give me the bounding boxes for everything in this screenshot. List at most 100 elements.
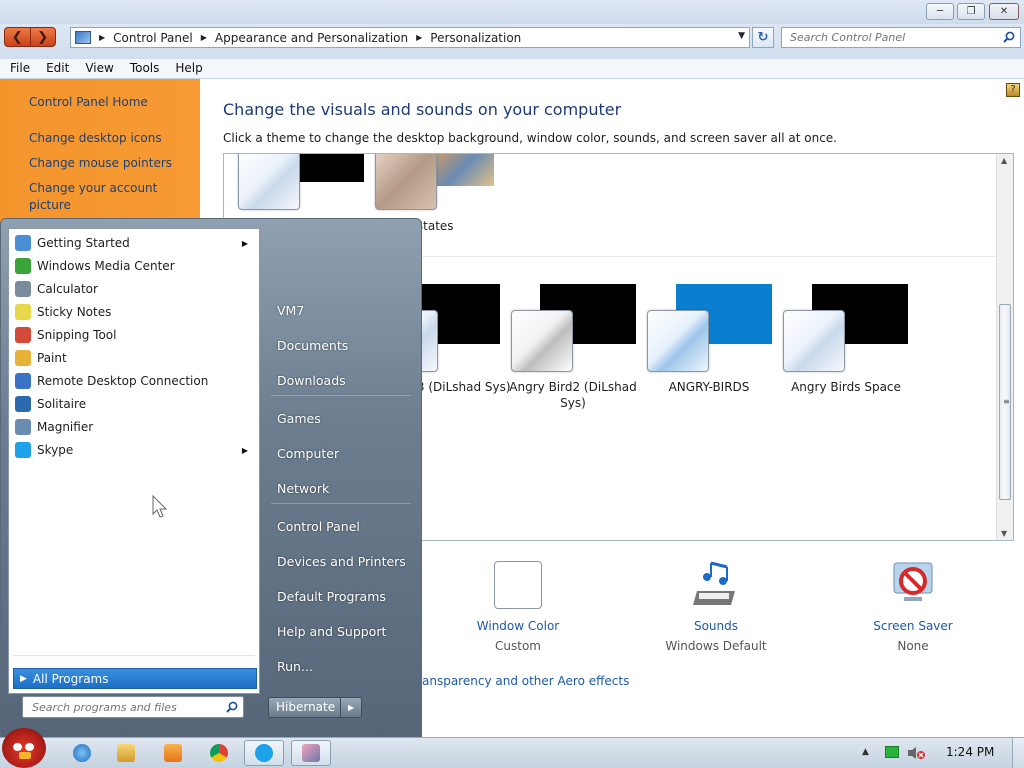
search-control-panel[interactable] [781, 27, 1021, 48]
start-right-item[interactable]: Control Panel [277, 519, 360, 534]
menu-view[interactable]: View [75, 59, 119, 78]
menu-file[interactable]: File [0, 59, 36, 78]
sounds-label[interactable]: Sounds [646, 619, 786, 633]
program-icon [15, 304, 31, 320]
start-program-item[interactable]: Getting Started ▶ [12, 232, 256, 254]
start-right-item[interactable]: Downloads [277, 373, 346, 388]
breadcrumb-appearance[interactable]: Appearance and Personalization [215, 31, 408, 45]
taskbar-explorer[interactable] [106, 740, 146, 766]
program-icon [15, 373, 31, 389]
breadcrumb-control-panel[interactable]: Control Panel [113, 31, 193, 45]
search-icon[interactable] [226, 701, 238, 713]
start-orb-beak-icon [19, 752, 31, 759]
start-right-item[interactable]: Help and Support [277, 624, 386, 639]
program-label: Sticky Notes [37, 305, 112, 319]
vertical-scrollbar[interactable]: ▲ ≡ ▼ [996, 154, 1013, 540]
theme-label: ANGRY-BIRDS [668, 380, 750, 394]
aero-effects-link[interactable]: ansparency and other Aero effects [422, 674, 629, 688]
scroll-down-icon[interactable]: ▼ [1001, 529, 1007, 538]
program-icon [15, 281, 31, 297]
window-color-label[interactable]: Window Color [448, 619, 588, 633]
start-search-box[interactable] [22, 696, 244, 718]
screen-saver-label[interactable]: Screen Saver [843, 619, 983, 633]
volume-muted-icon[interactable] [907, 746, 925, 760]
address-bar[interactable]: ▶ Control Panel ▶ Appearance and Persona… [70, 27, 750, 48]
start-right-separator [271, 395, 411, 396]
start-right-item[interactable]: Run... [277, 659, 313, 674]
link-change-mouse-pointers[interactable]: Change mouse pointers [29, 155, 194, 172]
address-dropdown-icon[interactable]: ▼ [738, 31, 745, 41]
menu-edit[interactable]: Edit [36, 59, 75, 78]
clock[interactable]: 1:24 PM [946, 745, 994, 759]
screen-saver-item[interactable]: Screen Saver None [843, 561, 983, 653]
skype-icon [255, 744, 273, 762]
start-program-item[interactable]: Snipping Tool [12, 324, 256, 346]
link-change-account-picture[interactable]: Change your account picture [29, 180, 194, 214]
refresh-icon: ↻ [757, 30, 769, 45]
back-button[interactable]: ❮ [5, 28, 30, 46]
menu-tools[interactable]: Tools [120, 59, 166, 78]
search-input[interactable] [782, 28, 992, 47]
show-desktop-button[interactable] [1012, 738, 1024, 768]
start-right-item[interactable]: Computer [277, 446, 339, 461]
scroll-up-icon[interactable]: ▲ [1001, 156, 1007, 165]
hibernate-button[interactable]: Hibernate ▶ [268, 697, 362, 718]
start-right-item[interactable]: Network [277, 481, 329, 496]
taskbar-skype[interactable] [244, 740, 284, 766]
start-program-item[interactable]: Solitaire [12, 393, 256, 415]
taskbar-media-player[interactable] [153, 740, 193, 766]
show-hidden-icons-icon[interactable]: ▲ [862, 747, 869, 757]
hibernate-label: Hibernate [269, 698, 341, 717]
start-program-item[interactable]: Calculator [12, 278, 256, 300]
power-options-arrow-icon[interactable]: ▶ [341, 703, 354, 712]
program-icon [15, 258, 31, 274]
link-change-desktop-icons[interactable]: Change desktop icons [29, 130, 194, 147]
breadcrumb-separator-icon[interactable]: ▶ [416, 33, 422, 42]
title-bar: ─ ❐ ✕ [0, 0, 1024, 24]
program-icon [15, 396, 31, 412]
taskbar-chrome[interactable] [199, 740, 239, 766]
start-menu-programs-pane: Getting Started ▶ Windows Media Center Calc… [8, 228, 260, 694]
close-button[interactable]: ✕ [989, 3, 1019, 20]
start-right-item[interactable]: Default Programs [277, 589, 386, 604]
start-search-input[interactable] [23, 697, 213, 717]
submenu-arrow-icon: ▶ [241, 445, 248, 455]
search-icon[interactable] [1003, 31, 1015, 43]
link-control-panel-home[interactable]: Control Panel Home [29, 94, 194, 111]
start-right-item[interactable]: Games [277, 411, 321, 426]
sounds-value: Windows Default [665, 639, 767, 653]
breadcrumb-separator-icon[interactable]: ▶ [99, 33, 105, 42]
window-color-item[interactable]: Window Color Custom [448, 561, 588, 653]
all-programs-button[interactable]: ▶ All Programs [13, 668, 257, 689]
start-program-item[interactable]: Magnifier [12, 416, 256, 438]
taskbar-internet-explorer[interactable] [62, 740, 102, 766]
taskbar-control-panel[interactable] [291, 740, 331, 766]
theme-window-preview [511, 310, 573, 372]
sounds-item[interactable]: Sounds Windows Default [646, 561, 786, 653]
breadcrumb-personalization[interactable]: Personalization [430, 31, 521, 45]
start-right-item[interactable]: VM7 [277, 303, 304, 318]
restore-button[interactable]: ❐ [957, 3, 985, 20]
help-icon[interactable]: ? [1006, 83, 1020, 97]
network-icon[interactable] [885, 746, 899, 758]
program-label: Solitaire [37, 397, 87, 411]
start-button[interactable] [2, 728, 46, 768]
refresh-button[interactable]: ↻ [752, 27, 774, 48]
scroll-thumb[interactable]: ≡ [999, 304, 1011, 500]
theme-background-preview [436, 154, 494, 186]
start-program-item[interactable]: Paint [12, 347, 256, 369]
start-program-item[interactable]: Remote Desktop Connection [12, 370, 256, 392]
breadcrumb-separator-icon[interactable]: ▶ [201, 33, 207, 42]
start-program-item[interactable]: Skype ▶ [12, 439, 256, 461]
forward-button[interactable]: ❯ [29, 28, 56, 46]
submenu-arrow-icon: ▶ [241, 238, 248, 248]
minimize-button[interactable]: ─ [926, 3, 954, 20]
window-color-value: Custom [495, 639, 541, 653]
minimize-icon: ─ [936, 6, 944, 17]
menu-help[interactable]: Help [165, 59, 208, 78]
start-program-item[interactable]: Windows Media Center [12, 255, 256, 277]
start-program-item[interactable]: Sticky Notes [12, 301, 256, 323]
start-right-item[interactable]: Devices and Printers [277, 554, 406, 569]
start-right-item[interactable]: Documents [277, 338, 348, 353]
program-label: Calculator [37, 282, 98, 296]
